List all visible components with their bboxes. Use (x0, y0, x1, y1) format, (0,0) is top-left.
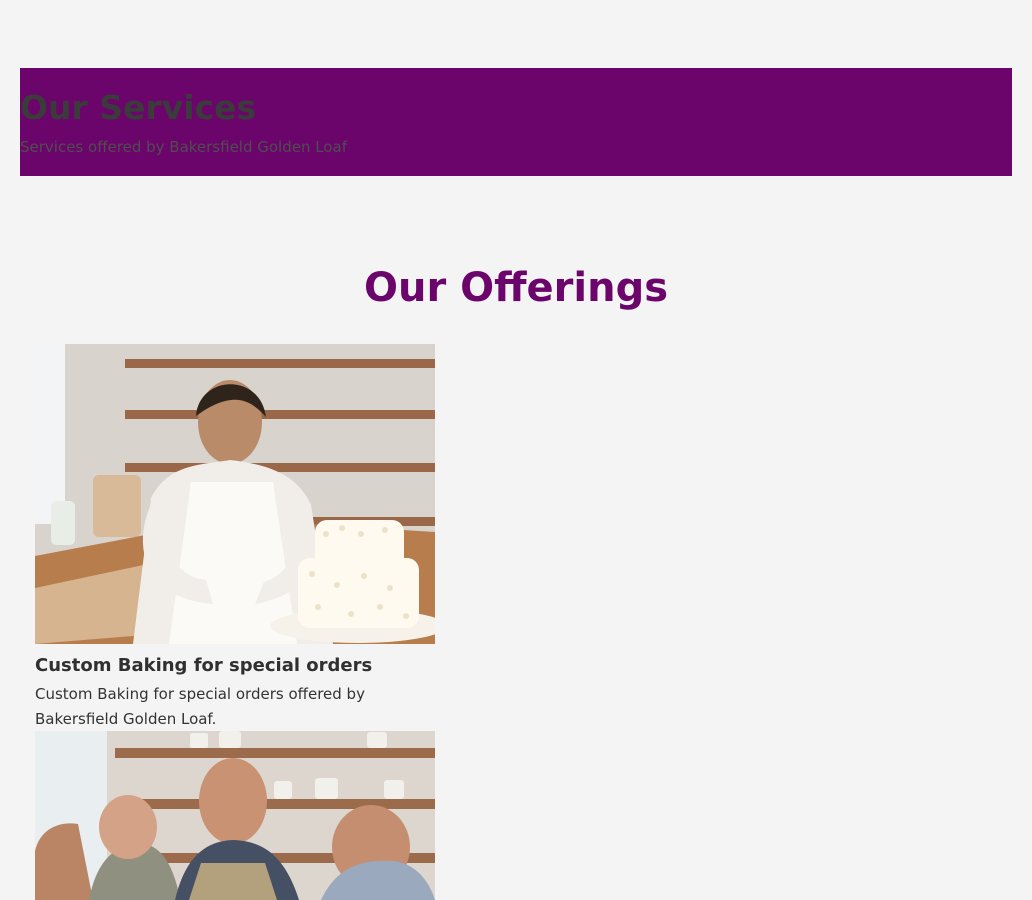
wooden-shelf-top (125, 359, 435, 368)
teacher-apron (189, 863, 277, 900)
class-shelf-middle (125, 799, 435, 809)
offerings-heading: Our Offerings (363, 265, 669, 311)
service-card-custom-baking: Custom Baking for special orders Custom … (35, 344, 435, 728)
glass-jar-left (93, 475, 141, 537)
service-card-baking-class (35, 731, 435, 900)
teacher-head (199, 758, 267, 844)
services-hero-banner: Our Services Services offered by Bakersf… (20, 68, 1012, 176)
page-title: Our Services (20, 88, 257, 127)
wooden-shelf-lower (125, 463, 435, 472)
wooden-shelf-middle (125, 410, 435, 419)
service-title: Custom Baking for special orders (35, 655, 373, 676)
bakery-cake-photo-icon (35, 344, 435, 644)
student-second-head (99, 795, 157, 859)
services-page: Our Services Services offered by Bakersf… (0, 0, 1032, 900)
custom-baking-image (35, 344, 435, 644)
baking-class-photo-icon (35, 731, 435, 900)
service-description: Custom Baking for special orders offered… (35, 685, 365, 728)
class-shelf-top (115, 748, 435, 758)
baking-class-image (35, 731, 435, 900)
page-subtitle: Services offered by Bakersfield Golden L… (20, 138, 347, 156)
cake-top-tier (315, 520, 404, 578)
glass-jar-small (51, 501, 75, 545)
kitchen-window (35, 344, 65, 524)
